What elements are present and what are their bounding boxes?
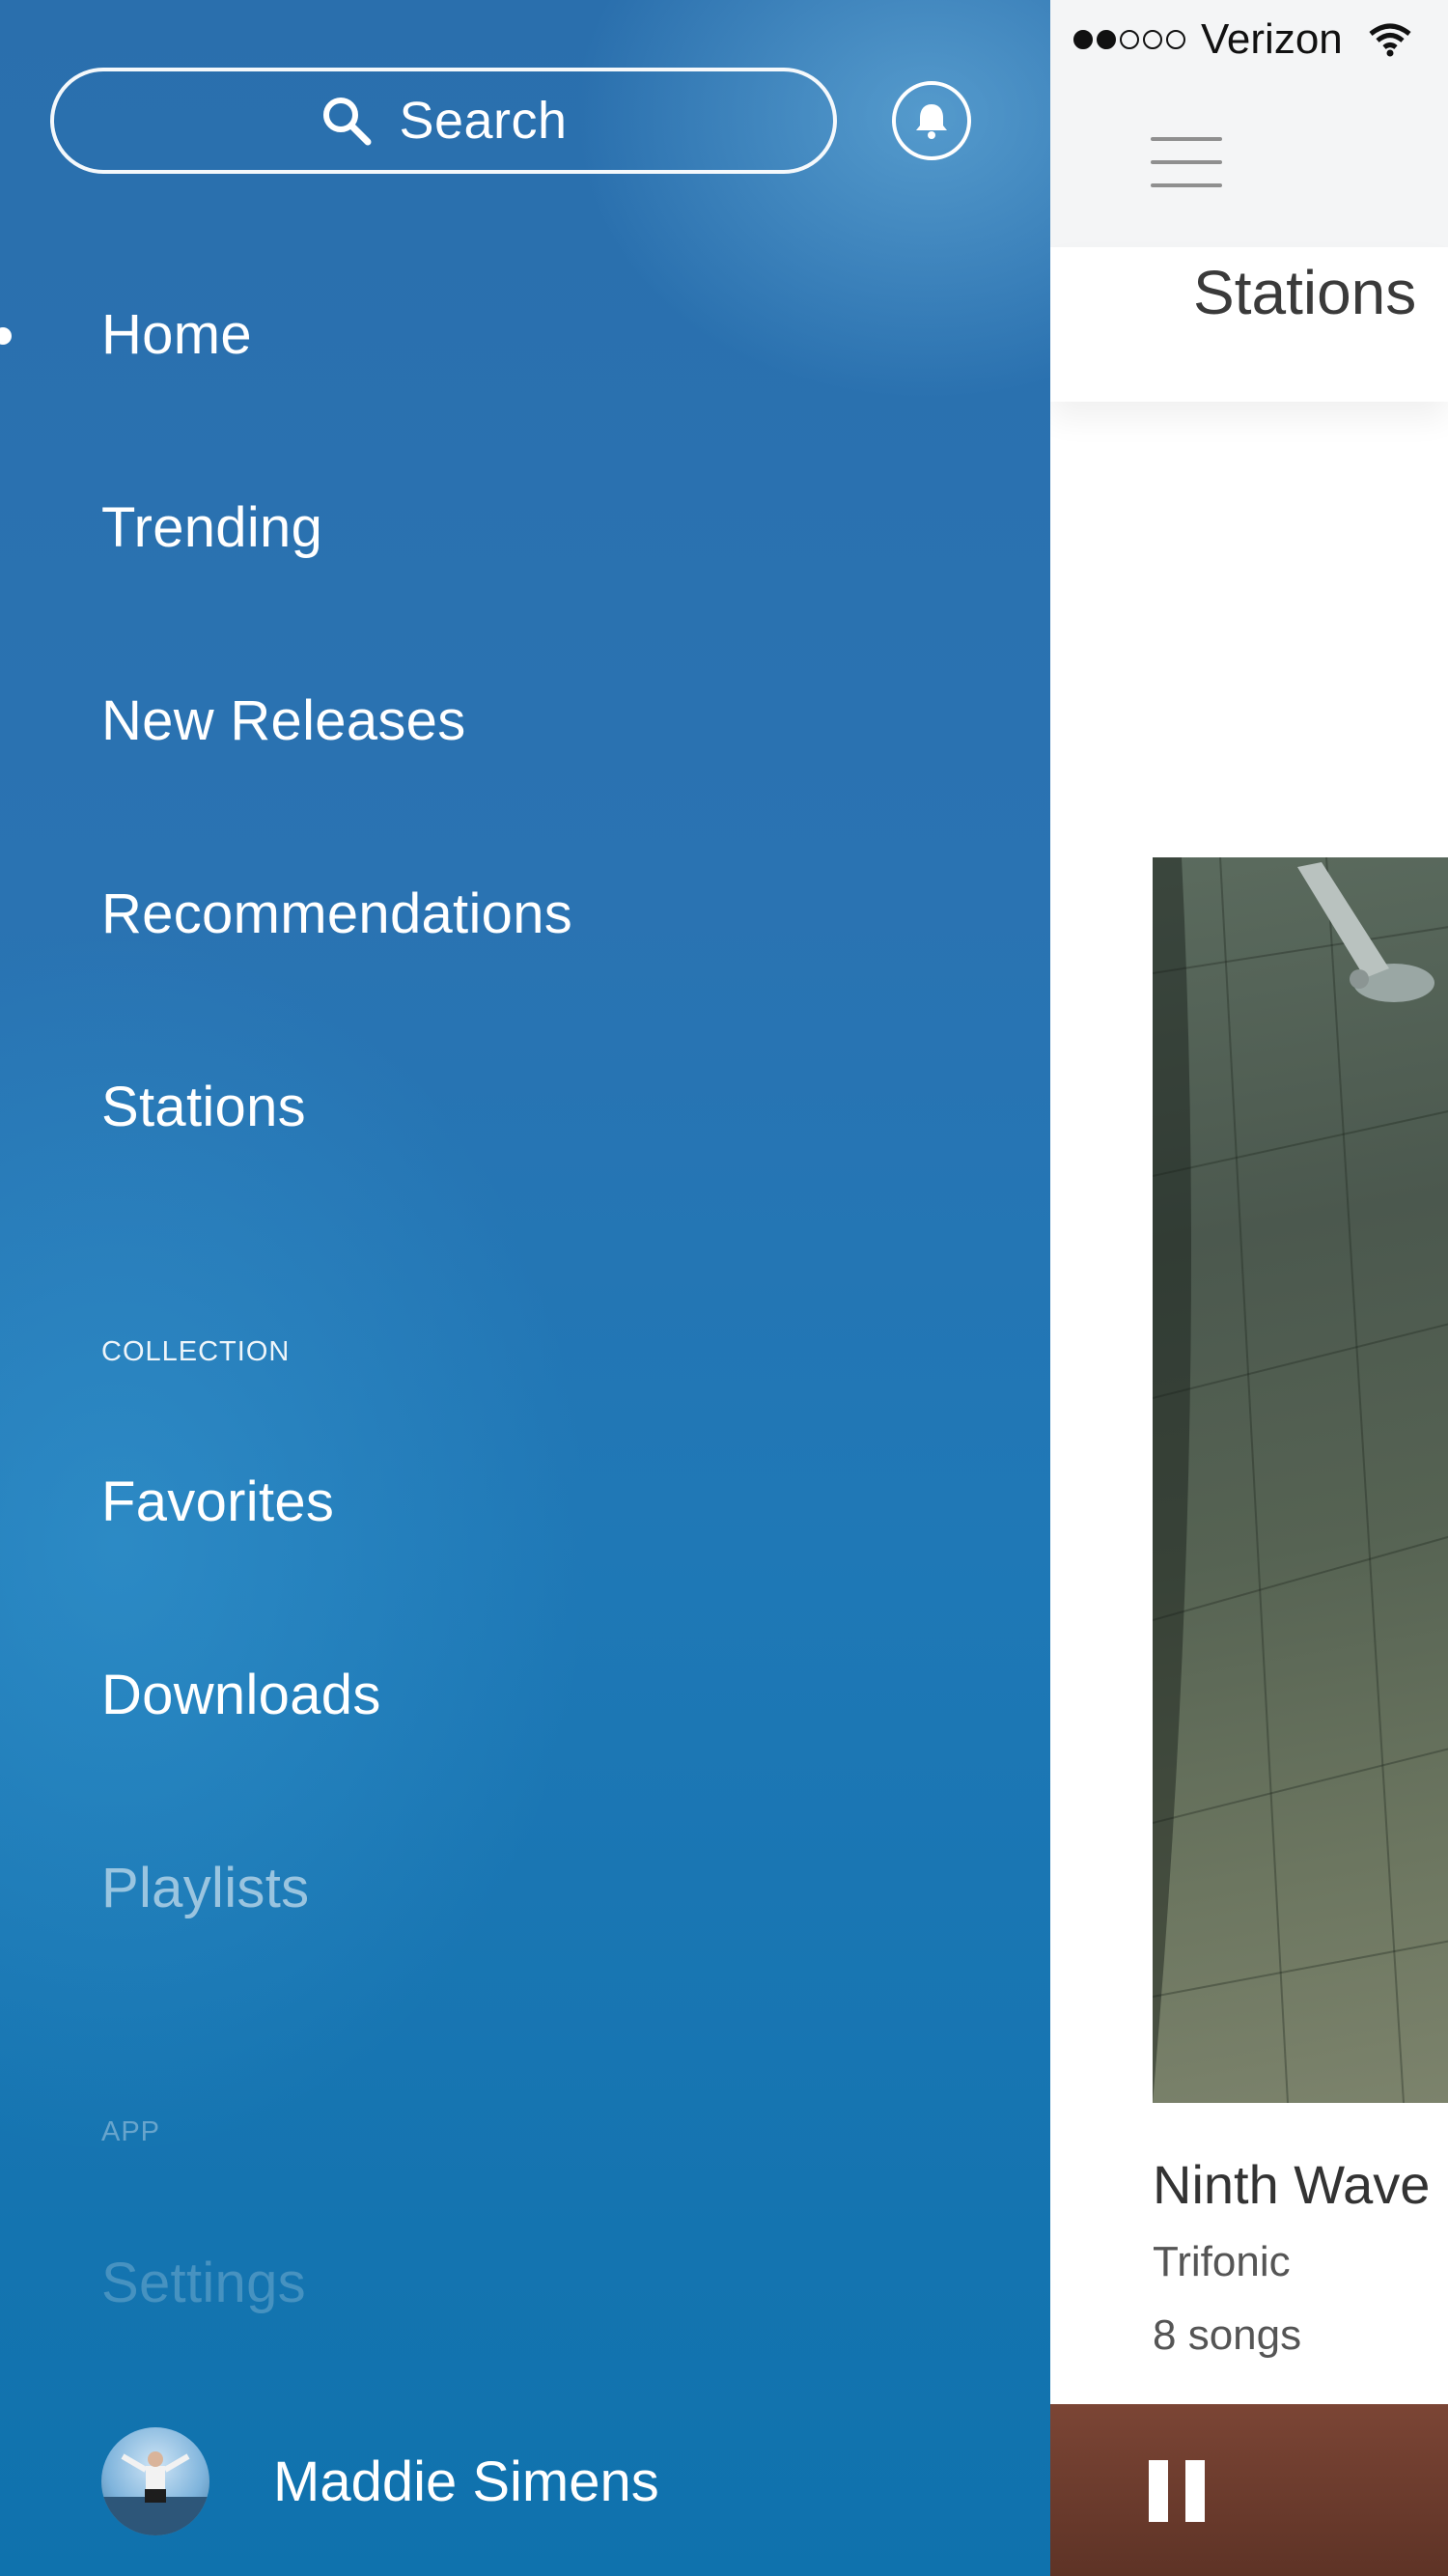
hamburger-icon[interactable] — [1151, 137, 1222, 187]
avatar — [101, 2427, 209, 2535]
nav-item-home[interactable]: Home — [101, 307, 252, 363]
album-artwork[interactable] — [1153, 857, 1448, 2103]
user-name: Maddie Simens — [273, 2450, 659, 2513]
mini-player[interactable] — [1050, 2404, 1448, 2576]
nav-item-settings[interactable]: Settings — [101, 2255, 306, 2311]
section-label-collection: COLLECTION — [101, 1336, 291, 1367]
pause-icon[interactable] — [1149, 2460, 1205, 2522]
section-header: Stations — [1050, 247, 1448, 402]
nav-item-favorites[interactable]: Favorites — [101, 1474, 334, 1530]
album-title[interactable]: Ninth Wave — [1153, 2153, 1430, 2216]
nav-item-recommendations[interactable]: Recommendations — [101, 886, 572, 942]
section-title: Stations — [1193, 258, 1417, 327]
active-indicator — [0, 327, 12, 345]
album-artist[interactable]: Trifonic — [1153, 2238, 1291, 2286]
status-bar: Verizon — [1050, 0, 1448, 79]
side-drawer: Search Home Trending New Releases Recomm… — [0, 0, 1050, 2576]
section-label-app: APP — [101, 2116, 161, 2147]
search-label: Search — [399, 92, 568, 150]
search-button[interactable]: Search — [50, 68, 837, 174]
nav-item-stations[interactable]: Stations — [101, 1079, 306, 1135]
main-content: Verizon Stations Ninth Wave Trifonic 8 s… — [1050, 0, 1448, 2576]
nav-item-trending[interactable]: Trending — [101, 500, 322, 556]
bell-icon — [916, 104, 947, 139]
search-icon — [323, 98, 372, 146]
album-song-count: 8 songs — [1153, 2311, 1302, 2359]
carrier-label: Verizon — [1201, 15, 1343, 63]
user-profile[interactable]: Maddie Simens — [101, 2427, 659, 2535]
notifications-button[interactable] — [892, 81, 971, 160]
nav-item-downloads[interactable]: Downloads — [101, 1667, 381, 1723]
signal-strength-icon — [1073, 30, 1185, 49]
wifi-icon — [1369, 23, 1411, 57]
top-nav-bar — [1050, 79, 1448, 249]
nav-item-new-releases[interactable]: New Releases — [101, 693, 466, 749]
nav-item-playlists[interactable]: Playlists — [101, 1861, 309, 1917]
